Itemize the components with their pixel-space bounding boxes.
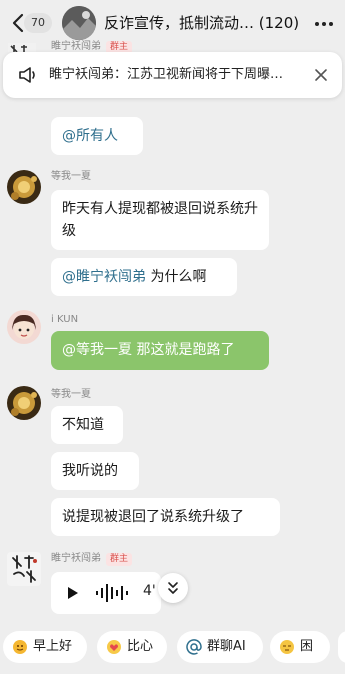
- message-bubble[interactable]: @睢宁袄闯弟 为什么啊: [51, 258, 237, 296]
- group-avatar[interactable]: [62, 6, 96, 40]
- message-bubble[interactable]: 我听说的: [51, 452, 139, 490]
- message-text: 不知道: [62, 417, 104, 433]
- gold-ornament-avatar-image: [7, 386, 41, 420]
- gold-ornament-avatar-image: [7, 170, 41, 204]
- sender-name-text: 睢宁袄闯弟: [51, 41, 101, 52]
- owner-badge: 群主: [106, 553, 133, 566]
- play-icon[interactable]: [67, 586, 79, 600]
- more-options-icon[interactable]: [313, 14, 335, 34]
- close-icon[interactable]: [312, 66, 330, 84]
- quick-reply-heart[interactable]: 比心: [97, 631, 167, 663]
- message-text: 昨天有人提现都被退回说系统升级: [62, 201, 258, 239]
- quick-reply-sleepy[interactable]: 困: [270, 631, 330, 663]
- sleepy-face-emoji-icon: [280, 640, 294, 654]
- unread-count-badge[interactable]: 70: [24, 13, 52, 33]
- message-text: 那这就是跑路了: [132, 342, 235, 358]
- quick-reply-morning[interactable]: 早上好: [3, 631, 87, 663]
- chip-label: 群聊AI: [207, 639, 246, 654]
- speaker-icon: [19, 67, 35, 83]
- avatar[interactable]: [7, 552, 41, 586]
- double-chevron-down-icon: [168, 582, 178, 594]
- quick-reply-bar: 早上好 比心 群聊AI 困: [0, 624, 345, 674]
- quick-reply-group-ai[interactable]: 群聊AI: [177, 631, 263, 663]
- avatar[interactable]: [7, 386, 41, 420]
- message-bubble[interactable]: 不知道: [51, 406, 123, 444]
- voice-duration: 4': [143, 583, 156, 599]
- message-text: 说提现被退回了说系统升级了: [62, 509, 244, 525]
- sender-name: 等我一夏: [51, 171, 91, 182]
- message-bubble[interactable]: 说提现被退回了说系统升级了: [51, 498, 280, 536]
- quick-reply-overflow[interactable]: [338, 631, 345, 663]
- calligraphy-avatar-image: [7, 552, 41, 586]
- announcement-banner[interactable]: 睢宁袄闯弟：江苏卫视新闻将于下周曝…: [3, 52, 342, 98]
- message-text: 为什么啊: [146, 269, 207, 285]
- group-title[interactable]: 反诈宣传，抵制流动… (120): [104, 12, 318, 34]
- mention-text[interactable]: @睢宁袄闯弟: [62, 269, 146, 285]
- avatar[interactable]: [8, 40, 36, 52]
- message-bubble[interactable]: 昨天有人提现都被退回说系统升级: [51, 190, 269, 250]
- voice-message[interactable]: 4': [51, 572, 161, 614]
- message-text: 我听说的: [62, 463, 118, 479]
- chip-label: 早上好: [33, 639, 73, 654]
- chip-label: 困: [300, 639, 314, 654]
- message-bubble[interactable]: @等我一夏 那这就是跑路了: [51, 331, 269, 370]
- sender-name-text: 睢宁袄闯弟: [51, 553, 101, 564]
- mention-text[interactable]: @等我一夏: [62, 342, 132, 358]
- sender-name: 等我一夏: [51, 389, 91, 400]
- waveform-icon: [96, 584, 128, 602]
- avatar[interactable]: [7, 310, 41, 344]
- sender-name: 睢宁袄闯弟 群主: [51, 552, 133, 566]
- sender-name: i KUN: [51, 314, 79, 325]
- at-icon: [186, 639, 202, 655]
- heart-hands-emoji-icon: [107, 640, 121, 654]
- message-bubble[interactable]: @所有人: [51, 117, 143, 155]
- chip-label: 比心: [127, 639, 154, 654]
- cartoon-girl-avatar-image: [7, 310, 41, 344]
- calligraphy-avatar-image: [8, 43, 36, 52]
- announcement-text: 睢宁袄闯弟：江苏卫视新闻将于下周曝…: [49, 67, 284, 82]
- avatar[interactable]: [7, 170, 41, 204]
- sun-face-emoji-icon: [13, 640, 27, 654]
- mention-text[interactable]: @所有人: [62, 128, 118, 144]
- scroll-to-bottom-button[interactable]: [158, 573, 188, 603]
- group-avatar-image: [62, 6, 96, 40]
